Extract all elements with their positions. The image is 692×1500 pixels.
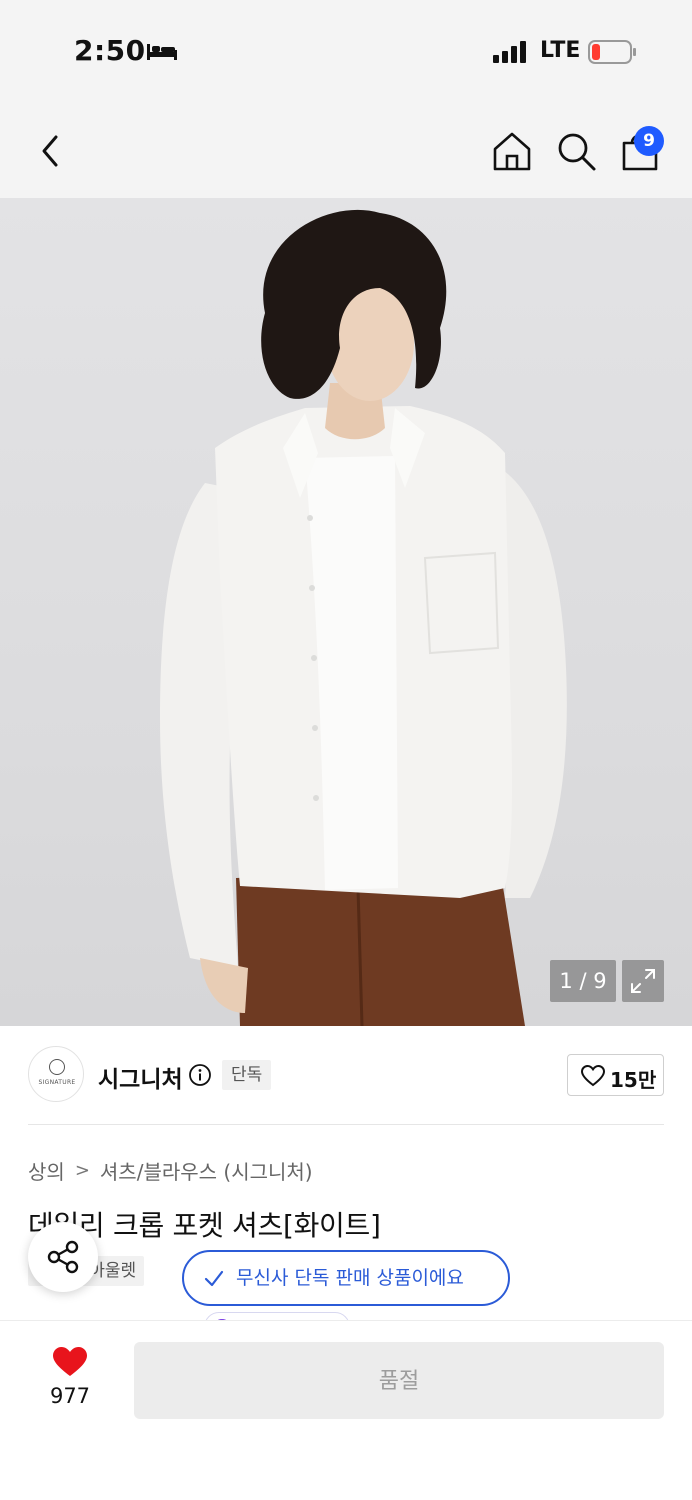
- share-button[interactable]: [28, 1222, 98, 1292]
- expand-image-button[interactable]: [622, 960, 664, 1002]
- divider: [28, 1124, 664, 1125]
- exclusive-toast: 무신사 단독 판매 상품이에요: [182, 1250, 510, 1306]
- toast-message: 무신사 단독 판매 상품이에요: [236, 1267, 464, 1289]
- wish-count: 977: [49, 1384, 91, 1408]
- heart-filled-icon[interactable]: [52, 1346, 88, 1378]
- product-image[interactable]: [0, 198, 692, 1026]
- brand-logo-text: SIGNATURE: [38, 1079, 76, 1086]
- brand-row: SIGNATURE 시그니처 단독 15만: [0, 1026, 692, 1126]
- info-icon[interactable]: [188, 1063, 212, 1087]
- brand-logo[interactable]: SIGNATURE: [28, 1046, 84, 1102]
- brand-like-button[interactable]: 15만: [567, 1054, 664, 1096]
- brand-name[interactable]: 시그니처: [98, 1060, 183, 1094]
- breadcrumb-separator: >: [74, 1160, 90, 1181]
- back-arrow-icon[interactable]: [32, 129, 72, 173]
- brand-logo-mark: [49, 1059, 65, 1075]
- heart-outline-icon: [581, 1065, 605, 1087]
- check-icon: [204, 1270, 224, 1287]
- exclusive-badge: 단독: [222, 1060, 272, 1090]
- breadcrumb-category[interactable]: 상의: [28, 1156, 65, 1185]
- sold-out-button[interactable]: 품절: [134, 1342, 664, 1419]
- product-photo: [160, 209, 567, 1026]
- network-type: LTE: [540, 38, 581, 63]
- search-icon[interactable]: [554, 129, 598, 173]
- status-time: 2:50: [74, 34, 146, 67]
- expand-icon: [631, 969, 655, 993]
- signal-icon: [493, 41, 526, 63]
- home-icon[interactable]: [490, 129, 534, 173]
- brand-like-count: 15만: [610, 1068, 657, 1092]
- status-bar: 2:50 LTE: [0, 0, 692, 105]
- battery-icon: [588, 40, 636, 64]
- share-icon: [47, 1240, 79, 1274]
- image-counter: 1 / 9: [550, 960, 616, 1002]
- breadcrumb: 상의 > 셔츠/블라우스 (시그니처): [28, 1156, 313, 1185]
- top-nav-bar: [0, 105, 692, 198]
- cart-count-badge: 9: [634, 126, 664, 156]
- breadcrumb-subcategory[interactable]: 셔츠/블라우스 (시그니처): [100, 1156, 313, 1185]
- sleep-mode-icon: [147, 44, 177, 60]
